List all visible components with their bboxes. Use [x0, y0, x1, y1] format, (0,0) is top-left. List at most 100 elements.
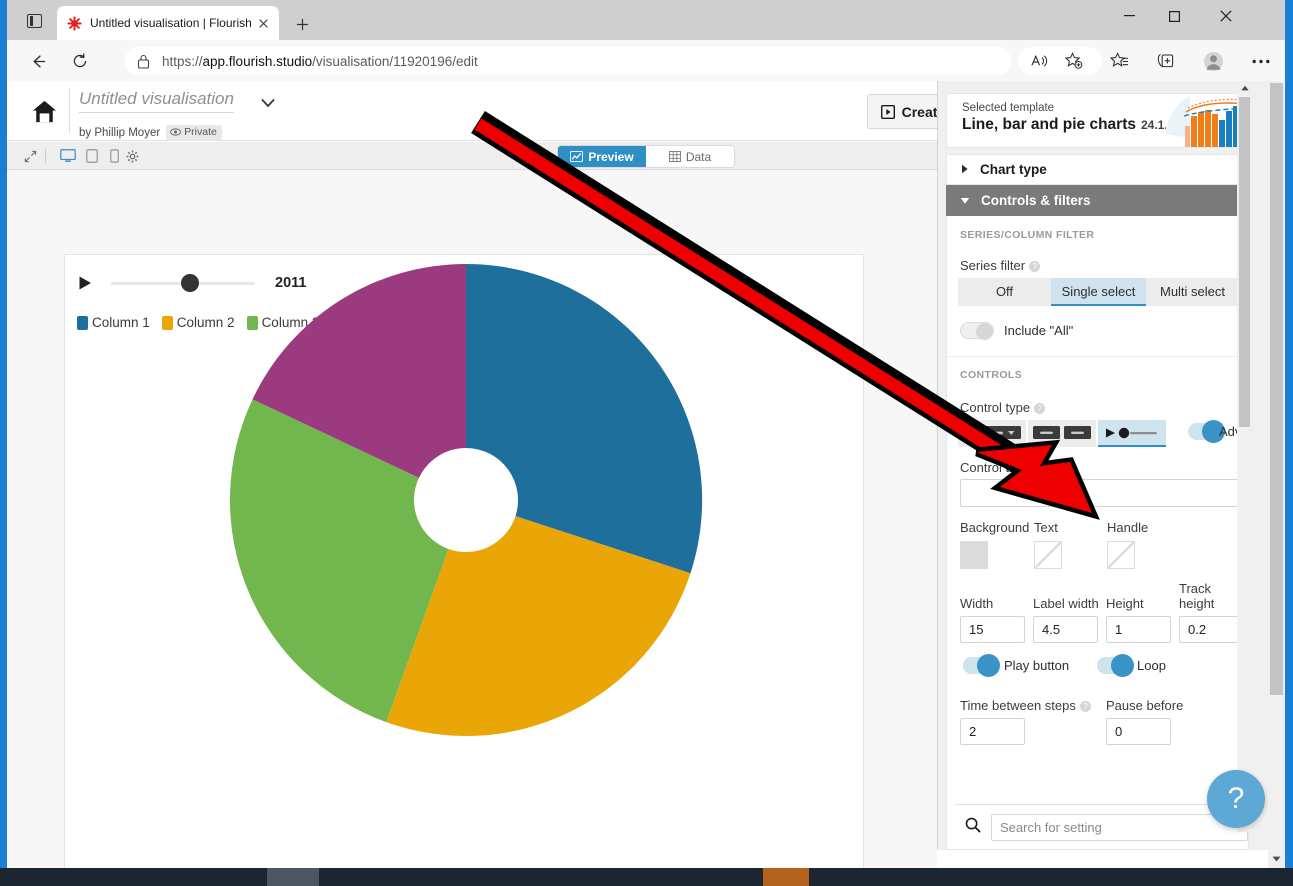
track-height-label: Track height: [1179, 581, 1215, 611]
add-favorite-icon[interactable]: [1056, 47, 1090, 75]
home-icon[interactable]: [21, 95, 67, 127]
search-setting-input[interactable]: Search for setting: [991, 813, 1248, 841]
page-scroll-thumb[interactable]: [1270, 83, 1283, 695]
taskbar-item[interactable]: [267, 868, 319, 886]
timeline-slider-handle[interactable]: [181, 274, 199, 292]
series-filter-option-multi-select[interactable]: Multi select: [1146, 278, 1239, 306]
template-name: Line, bar and pie charts 24.1.12: [962, 116, 1182, 133]
taskbar-item[interactable]: [763, 868, 809, 886]
chevron-down-icon: [960, 193, 970, 208]
selected-template-card[interactable]: Selected template Line, bar and pie char…: [946, 93, 1249, 148]
settings-more-icon[interactable]: [1244, 47, 1278, 75]
buttons-control-icon: [1033, 426, 1091, 439]
timeline-slider-track[interactable]: [111, 274, 255, 292]
help-icon[interactable]: ?: [1079, 701, 1091, 712]
legend-item[interactable]: Column 2: [161, 315, 235, 330]
control-type-slider-button[interactable]: [1098, 420, 1166, 447]
window-left-border: [0, 0, 7, 868]
panel-scrollbar[interactable]: [1237, 81, 1252, 832]
tablet-icon[interactable]: [81, 146, 103, 166]
window-minimize-button[interactable]: [1107, 0, 1152, 32]
label-width-input[interactable]: 4.5: [1033, 616, 1098, 643]
chevron-down-icon[interactable]: [259, 94, 277, 112]
page-scroll-down-arrow[interactable]: [1268, 852, 1285, 866]
height-label: Height: [1106, 596, 1144, 611]
play-icon[interactable]: [77, 275, 93, 291]
legend-label: Column 1: [92, 315, 150, 330]
handle-color-label: Handle: [1107, 520, 1149, 535]
height-input[interactable]: 1: [1106, 616, 1171, 643]
handle-color-swatch[interactable]: [1107, 541, 1135, 569]
window-maximize-button[interactable]: [1152, 0, 1197, 32]
pie-slice-column-2: [386, 516, 691, 737]
pause-before-input[interactable]: 0: [1106, 718, 1171, 745]
gear-icon[interactable]: [121, 146, 143, 166]
track-height-input[interactable]: 0.2: [1179, 616, 1244, 643]
pie-slice-column-3: [229, 399, 449, 723]
timeline-value-label: 2011: [275, 275, 307, 291]
pause-before-label: Pause before: [1106, 698, 1184, 713]
timeline-control[interactable]: 2011: [77, 269, 317, 297]
series-filter-option-off[interactable]: Off: [958, 278, 1051, 306]
control-type-dropdown-button[interactable]: [958, 420, 1026, 447]
series-filter-option-single-select[interactable]: Single select: [1051, 278, 1146, 306]
panel-scroll-thumb[interactable]: [1239, 97, 1250, 427]
eye-icon: [170, 128, 182, 136]
page-scrollbar[interactable]: [1268, 81, 1285, 868]
background-color-swatch[interactable]: [960, 541, 988, 569]
visualisation-title[interactable]: Untitled visualisation: [79, 89, 234, 113]
advanced-toggle[interactable]: [1188, 420, 1225, 443]
legend-item[interactable]: Column 3: [246, 315, 320, 330]
back-button[interactable]: [25, 48, 51, 74]
loop-toggle[interactable]: [1097, 654, 1134, 677]
background-color-label: Background: [960, 520, 1030, 535]
control-title-input[interactable]: [960, 479, 1240, 507]
tab-strip: Untitled visualisation | Flourish: [7, 0, 1285, 40]
include-all-label: Include "All": [1004, 323, 1074, 338]
time-between-steps-input[interactable]: 2: [960, 718, 1025, 745]
tab-data[interactable]: Data: [646, 146, 734, 167]
tab-actions-icon[interactable]: [20, 8, 48, 34]
tab-close-icon[interactable]: [253, 13, 273, 33]
search-icon: [965, 817, 981, 838]
play-button-toggle[interactable]: [963, 654, 1000, 677]
new-tab-button[interactable]: [289, 11, 315, 37]
address-bar[interactable]: https://app.flourish.studio/visualisatio…: [125, 47, 1011, 75]
help-icon[interactable]: ?: [1034, 403, 1046, 414]
reload-button[interactable]: [67, 48, 93, 74]
window-right-border: [1285, 0, 1293, 868]
privacy-badge: Private: [166, 125, 222, 140]
chart-icon: [570, 151, 584, 162]
fullscreen-icon[interactable]: [19, 146, 41, 166]
desktop-icon[interactable]: [57, 146, 79, 166]
help-button[interactable]: ?: [1207, 770, 1265, 828]
window-close-button[interactable]: [1203, 0, 1248, 32]
control-type-buttons-button[interactable]: [1028, 420, 1096, 447]
panel-scroll-up-arrow[interactable]: [1237, 81, 1252, 95]
address-bar-text: https://app.flourish.studio/visualisatio…: [162, 53, 478, 69]
label-width-label: Label width: [1033, 596, 1099, 611]
text-color-swatch[interactable]: [1034, 541, 1062, 569]
author-name: by Phillip Moyer: [79, 126, 161, 139]
accordion-controls-filters[interactable]: Controls & filters: [946, 185, 1249, 216]
visualisation-preview: 2011 Column 1 Column 2 Column 3 Column 4: [64, 254, 864, 868]
legend-item[interactable]: Column 1: [77, 315, 150, 330]
accordion-chart-type[interactable]: Chart type: [946, 154, 1249, 185]
profile-icon[interactable]: [1196, 47, 1230, 75]
include-all-toggle[interactable]: [960, 322, 994, 340]
read-aloud-icon[interactable]: [1022, 47, 1056, 75]
legend-label: Column 3: [261, 315, 320, 330]
favorites-icon[interactable]: [1102, 47, 1136, 75]
tab-preview[interactable]: Preview: [558, 146, 646, 167]
browser-tab[interactable]: Untitled visualisation | Flourish: [57, 6, 279, 40]
width-input[interactable]: 15: [960, 616, 1025, 643]
legend-item[interactable]: Column 4: [331, 315, 404, 330]
text-color-label: Text: [1034, 520, 1058, 535]
collections-icon[interactable]: [1148, 47, 1182, 75]
settings-panel: Selected template Line, bar and pie char…: [937, 81, 1269, 850]
help-icon[interactable]: ?: [1029, 261, 1041, 272]
accordion-controls-filters-label: Controls & filters: [981, 193, 1091, 208]
os-taskbar: [0, 868, 1293, 886]
legend-label: Column 2: [176, 315, 235, 330]
pie-slice-column-1: [466, 263, 703, 574]
